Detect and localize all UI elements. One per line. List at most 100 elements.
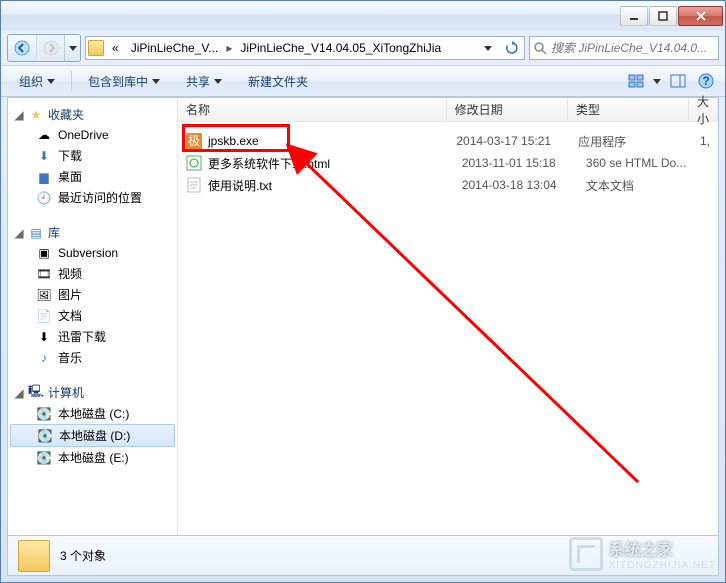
folder-large-icon (18, 540, 50, 572)
cloud-icon: ☁ (36, 127, 52, 143)
body-area: ◢ ★ 收藏夹 ☁ OneDrive ⬇ 下载 ▆桌面 🕘最近访问的位置 ◢ ▤ 库… (7, 97, 719, 536)
svg-text:?: ? (702, 74, 709, 88)
share-menu[interactable]: 共享 (176, 70, 232, 93)
desktop-icon: ▆ (36, 169, 52, 185)
file-name: 使用说明.txt (208, 177, 272, 194)
new-folder-button[interactable]: 新建文件夹 (238, 70, 318, 93)
folder-icon: ▣ (36, 245, 52, 261)
nav-item-recent[interactable]: 🕘最近访问的位置 (8, 187, 177, 208)
minimize-button[interactable] (620, 6, 648, 26)
nav-buttons (7, 34, 81, 62)
video-icon: 🎞 (36, 266, 52, 282)
nav-header-libraries[interactable]: ◢ ▤ 库 (8, 222, 177, 243)
folder-icon (88, 40, 104, 56)
refresh-button[interactable] (502, 37, 522, 59)
file-row[interactable]: 极jpskb.exe 2014-03-17 15:21 应用程序 1, (178, 130, 718, 152)
nav-item-onedrive[interactable]: ☁ OneDrive (8, 125, 177, 145)
chevron-down-icon[interactable] (653, 79, 661, 84)
organize-menu[interactable]: 组织 (9, 70, 65, 93)
nav-group-computer: ◢ 🖳 计算机 💽本地磁盘 (C:) 💽本地磁盘 (D:) 💽本地磁盘 (E:) (8, 382, 177, 468)
library-icon: ▤ (28, 225, 44, 241)
nav-header-computer[interactable]: ◢ 🖳 计算机 (8, 382, 177, 403)
back-button[interactable] (8, 35, 36, 61)
history-dropdown[interactable] (64, 35, 80, 61)
address-row: « JiPinLieChe_V... ▸ JiPinLieChe_V14.04.… (1, 31, 725, 65)
include-in-library-menu[interactable]: 包含到库中 (78, 70, 170, 93)
music-icon: ♪ (36, 350, 52, 366)
address-bar[interactable]: « JiPinLieChe_V... ▸ JiPinLieChe_V14.04.… (85, 36, 525, 60)
drive-icon: 💽 (36, 450, 52, 466)
nav-item-documents[interactable]: 📄文档 (8, 305, 177, 326)
status-count: 3 个对象 (60, 547, 106, 564)
nav-item-pictures[interactable]: 🖼 图片 (8, 284, 177, 305)
nav-header-favorites[interactable]: ◢ ★ 收藏夹 (8, 104, 177, 125)
nav-item-label: 本地磁盘 (D:) (59, 427, 130, 444)
maximize-button[interactable] (649, 6, 677, 26)
breadcrumb-seg2[interactable]: JiPinLieChe_V14.04.05_XiTongZhiJia (236, 41, 445, 55)
nav-item-downloads[interactable]: ⬇ 下载 (8, 145, 177, 166)
file-type: 文本文档 (578, 177, 702, 194)
computer-icon: 🖳 (28, 385, 44, 401)
nav-item-label: 图片 (58, 286, 82, 303)
nav-item-subversion[interactable]: ▣ Subversion (8, 243, 177, 263)
nav-item-videos[interactable]: 🎞视频 (8, 263, 177, 284)
help-button[interactable]: ? (695, 70, 717, 92)
nav-item-label: OneDrive (58, 128, 109, 142)
column-size[interactable]: 大小 (689, 98, 718, 121)
nav-item-desktop[interactable]: ▆桌面 (8, 166, 177, 187)
column-name-label: 名称 (186, 101, 210, 118)
column-name[interactable]: 名称 (178, 98, 447, 121)
toolbar: 组织 包含到库中 共享 新建文件夹 ? (1, 65, 725, 97)
picture-icon: 🖼 (36, 287, 52, 303)
nav-item-drive-e[interactable]: 💽 本地磁盘 (E:) (8, 447, 177, 468)
nav-item-label: 迅雷下载 (58, 328, 106, 345)
chevron-down-icon (214, 79, 222, 84)
view-options-button[interactable] (625, 70, 647, 92)
nav-item-label: Subversion (58, 246, 118, 260)
nav-computer-label: 计算机 (48, 384, 84, 401)
navigation-pane[interactable]: ◢ ★ 收藏夹 ☁ OneDrive ⬇ 下载 ▆桌面 🕘最近访问的位置 ◢ ▤ 库… (8, 98, 178, 535)
forward-button[interactable] (36, 35, 64, 61)
file-list[interactable]: 极jpskb.exe 2014-03-17 15:21 应用程序 1, 更多系统… (178, 122, 718, 535)
file-row[interactable]: 更多系统软件下载.html 2013-11-01 15:18 360 se HT… (178, 152, 718, 174)
toolbar-divider (71, 71, 72, 91)
nav-favorites-label: 收藏夹 (48, 106, 84, 123)
column-type-label: 类型 (576, 101, 600, 118)
download-icon: ⬇ (36, 148, 52, 164)
file-date: 2013-11-01 15:18 (454, 156, 578, 170)
collapse-icon: ◢ (14, 226, 24, 240)
column-date[interactable]: 修改日期 (447, 98, 568, 121)
organize-label: 组织 (19, 73, 43, 90)
breadcrumb-seg1[interactable]: JiPinLieChe_V... (127, 41, 223, 55)
file-type: 应用程序 (570, 133, 692, 150)
collapse-icon: ◢ (14, 386, 24, 400)
exe-icon: 极 (186, 133, 202, 149)
nav-item-drive-c[interactable]: 💽本地磁盘 (C:) (8, 403, 177, 424)
watermark: 系统之家 XITONGZHIJIA.NET (569, 536, 717, 571)
titlebar (1, 1, 725, 31)
chevron-down-icon (152, 79, 160, 84)
nav-item-label: 文档 (58, 307, 82, 324)
file-type: 360 se HTML Do... (578, 156, 702, 170)
nav-item-drive-d[interactable]: 💽本地磁盘 (D:) (10, 424, 175, 447)
watermark-logo-icon (569, 537, 603, 571)
nav-item-label: 本地磁盘 (E:) (58, 449, 129, 466)
file-size: 1, (692, 134, 718, 148)
preview-pane-button[interactable] (667, 70, 689, 92)
nav-item-music[interactable]: ♪ 音乐 (8, 347, 177, 368)
address-dropdown[interactable] (478, 37, 498, 59)
nav-libraries-label: 库 (48, 224, 60, 241)
explorer-window: « JiPinLieChe_V... ▸ JiPinLieChe_V14.04.… (0, 0, 726, 583)
chevron-down-icon (69, 46, 77, 51)
drive-icon: 💽 (36, 406, 52, 422)
recent-icon: 🕘 (36, 190, 52, 206)
nav-item-label: 音乐 (58, 349, 82, 366)
file-row[interactable]: 使用说明.txt 2014-03-18 13:04 文本文档 (178, 174, 718, 196)
search-box[interactable] (529, 36, 719, 60)
nav-item-label: 下载 (58, 147, 82, 164)
download-icon: ⬇ (36, 329, 52, 345)
nav-item-thunder[interactable]: ⬇ 迅雷下载 (8, 326, 177, 347)
column-type[interactable]: 类型 (568, 98, 689, 121)
close-button[interactable] (678, 6, 723, 26)
search-input[interactable] (551, 41, 714, 55)
